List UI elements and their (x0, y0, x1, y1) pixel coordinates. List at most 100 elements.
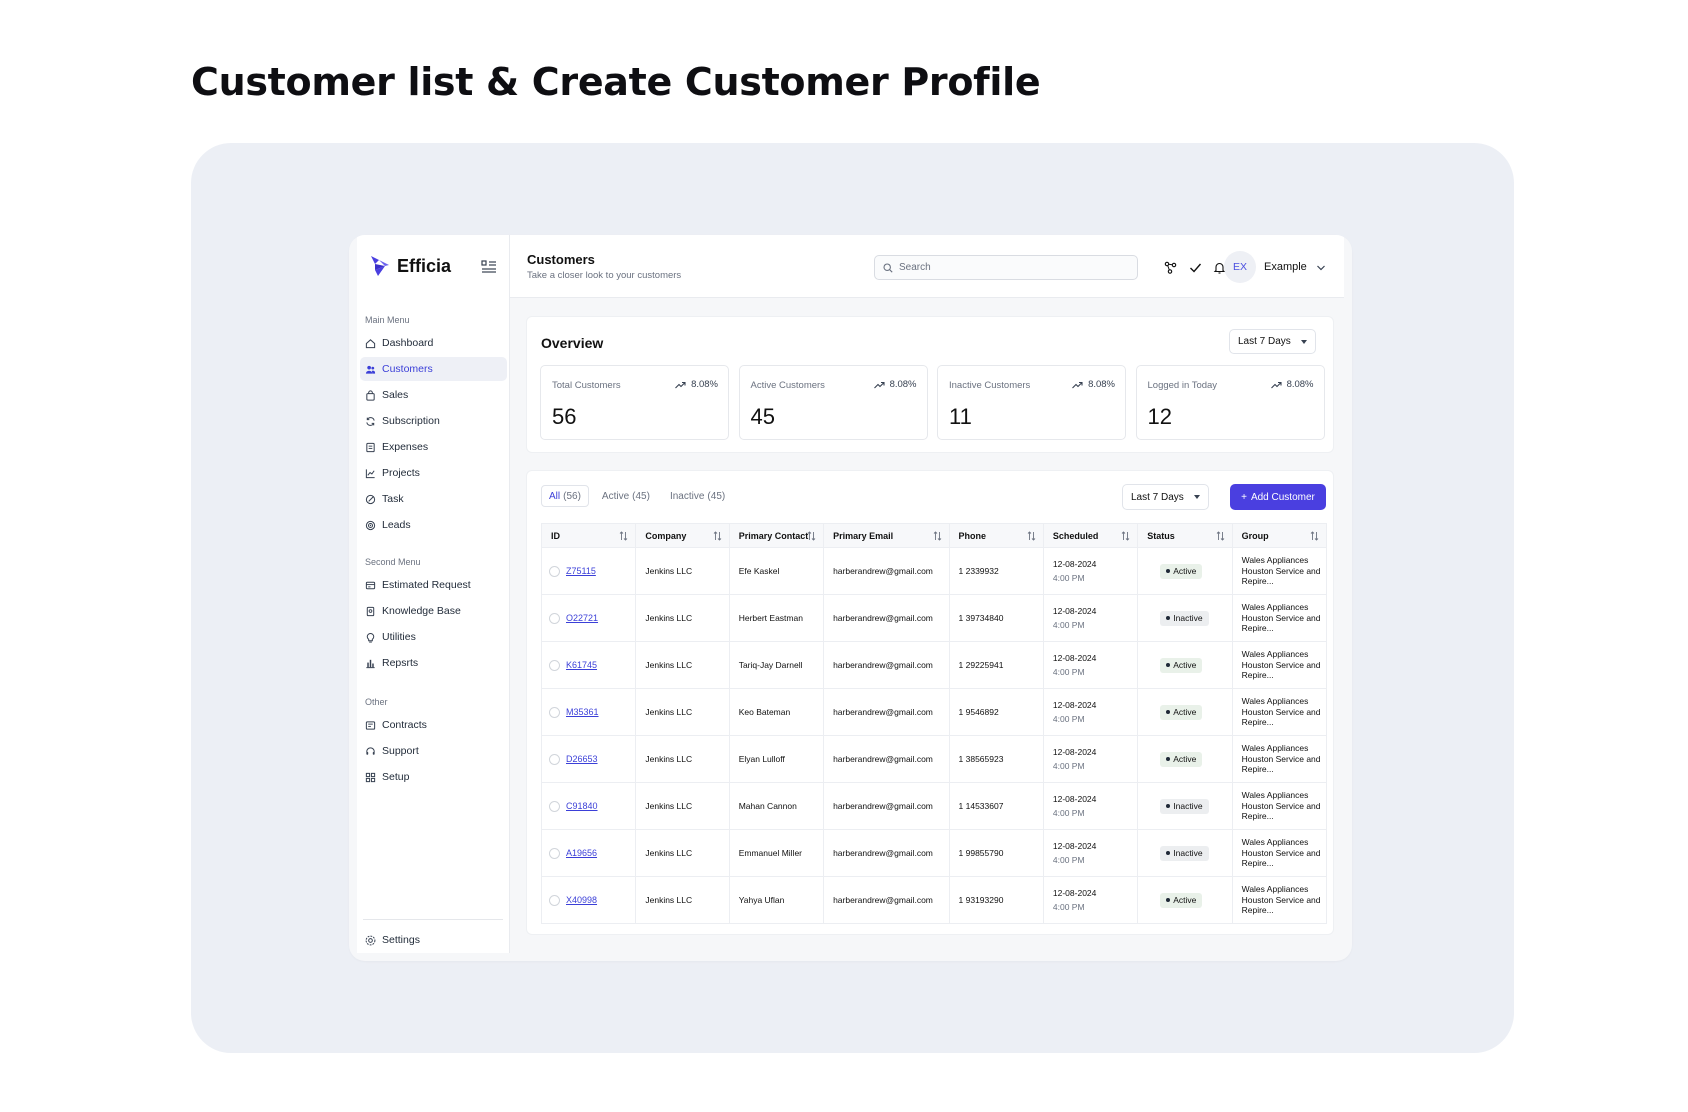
bag-icon (366, 389, 375, 401)
sort-icon[interactable] (807, 531, 816, 541)
table-row[interactable]: X40998 Jenkins LLC Yahya Uflan harberandrew… (540, 876, 1328, 924)
table-row[interactable]: Z75115 Jenkins LLC Efe Kaskel harberandrew@… (540, 547, 1328, 595)
avatar[interactable]: EX (1224, 251, 1256, 283)
table-row[interactable]: O22721 Jenkins LLC Herbert Eastman harberan… (540, 594, 1328, 642)
table-range-dropdown[interactable]: Last 7 Days (1122, 484, 1209, 510)
overview-range-dropdown[interactable]: Last 7 Days (1229, 329, 1316, 354)
row-checkbox[interactable] (549, 565, 560, 577)
table-row[interactable]: K61745 Jenkins LLC Tariq-Jay Darnell harber… (540, 641, 1328, 689)
sidebar-item-contracts[interactable]: Contracts (360, 713, 507, 737)
grid-icon (365, 772, 376, 782)
customer-id-link[interactable]: K61745 (566, 660, 597, 670)
cell-status: Active (1137, 547, 1233, 595)
tab-count: (56) (563, 490, 581, 502)
table-row[interactable]: M35361 Jenkins LLC Keo Bateman harberandrew… (540, 688, 1328, 736)
sidebar-item-projects[interactable]: Projects (360, 461, 507, 485)
sidebar-item-repsrts[interactable]: Repsrts (360, 651, 507, 675)
customers-table: ID Company Primary Contact Primary Email Pho… (540, 523, 1328, 924)
column-header-status[interactable]: Status (1137, 523, 1233, 548)
sort-icon[interactable] (1216, 531, 1225, 541)
tab-count: (45) (632, 490, 650, 502)
brand[interactable]: Efficia (369, 254, 451, 278)
customer-id-link[interactable]: X40998 (566, 895, 597, 905)
customer-id-link[interactable]: D26653 (566, 754, 598, 764)
cell-group: Wales Appliances Houston Service and Rep… (1231, 735, 1328, 783)
topbar: Customers Take a closer look to your cus… (510, 235, 1344, 298)
user-name[interactable]: Example (1264, 261, 1307, 273)
table-row[interactable]: C91840 Jenkins LLC Mahan Cannon harberandre… (540, 782, 1328, 830)
row-checkbox[interactable] (549, 847, 560, 859)
plus-icon: + (1241, 491, 1247, 503)
status-label: Active (1173, 895, 1197, 905)
column-header-company[interactable]: Company (635, 523, 730, 548)
sidebar-item-dashboard[interactable]: Dashboard (360, 331, 507, 355)
row-checkbox[interactable] (549, 612, 560, 624)
sidebar-item-utilities[interactable]: Utilities (360, 625, 507, 649)
cell-group: Wales Appliances Houston Service and Rep… (1231, 876, 1328, 924)
divider (363, 919, 503, 920)
customer-id-link[interactable]: C91840 (566, 801, 598, 811)
customer-id-link[interactable]: Z75115 (566, 566, 596, 576)
cell-status: Inactive (1137, 594, 1233, 642)
sidebar-item-expenses[interactable]: Expenses (360, 435, 507, 459)
sort-icon[interactable] (1310, 531, 1319, 541)
column-header-primary-contact[interactable]: Primary Contact (728, 523, 825, 548)
share-icon[interactable] (1164, 261, 1177, 274)
group-text: Wales Appliances Houston Service and Rep… (1241, 649, 1321, 681)
table-header-row: ID Company Primary Contact Primary Email Pho… (540, 523, 1328, 548)
contract-icon (365, 720, 376, 730)
check-icon[interactable] (1189, 261, 1202, 274)
column-header-group[interactable]: Group (1231, 523, 1328, 548)
table-row[interactable]: A19656 Jenkins LLC Emmanuel Miller harberan… (540, 829, 1328, 877)
column-header-primary-email[interactable]: Primary Email (823, 523, 950, 548)
row-checkbox[interactable] (549, 659, 560, 671)
tab-all[interactable]: All (56) (541, 485, 589, 507)
sidebar-item-customers[interactable]: Customers (360, 357, 507, 381)
tab-active[interactable]: Active (45) (595, 485, 657, 507)
search-input[interactable] (899, 262, 1119, 273)
sidebar-item-setup[interactable]: Setup (360, 765, 507, 789)
row-checkbox[interactable] (549, 753, 560, 765)
group-text: Wales Appliances Houston Service and Rep… (1241, 555, 1321, 587)
sidebar-item-task[interactable]: Task (360, 487, 507, 511)
sidebar-item-knowledge-base[interactable]: Knowledge Base (360, 599, 507, 623)
sort-icon[interactable] (713, 531, 722, 541)
column-header-phone[interactable]: Phone (948, 523, 1044, 548)
add-customer-button[interactable]: + Add Customer (1230, 484, 1326, 510)
sort-icon[interactable] (1027, 531, 1036, 541)
receipt-icon (366, 442, 375, 452)
cell-group: Wales Appliances Houston Service and Rep… (1231, 829, 1328, 877)
efficia-logo-icon (371, 256, 389, 276)
row-checkbox[interactable] (549, 706, 560, 718)
cell-email: harberandrew@gmail.com (823, 641, 950, 689)
sort-icon[interactable] (619, 531, 628, 541)
sort-icon[interactable] (1121, 531, 1130, 541)
sidebar-item-settings[interactable]: Settings (360, 928, 504, 952)
sort-icon[interactable] (933, 531, 942, 541)
sidebar-item-support[interactable]: Support (360, 739, 507, 763)
tab-count: (45) (707, 490, 726, 502)
row-checkbox[interactable] (549, 894, 560, 906)
sidebar-item-sales[interactable]: Sales (360, 383, 507, 407)
column-header-id[interactable]: ID (540, 523, 637, 548)
customer-id-link[interactable]: O22721 (566, 613, 598, 623)
cell-company: Jenkins LLC (635, 829, 730, 877)
table-row[interactable]: D26653 Jenkins LLC Elyan Lulloff harberandr… (540, 735, 1328, 783)
column-header-scheduled[interactable]: Scheduled (1042, 523, 1139, 548)
sidebar-item-leads[interactable]: Leads (360, 513, 507, 537)
sidebar-toggle-icon[interactable] (481, 259, 497, 273)
scheduled-date: 12-08-2024 (1052, 841, 1097, 851)
sidebar-item-subscription[interactable]: Subscription (360, 409, 507, 433)
cell-status: Active (1137, 735, 1233, 783)
sidebar-item-label: Estimated Request (382, 579, 471, 591)
stat-trend: 8.08% (873, 379, 917, 390)
customer-id-link[interactable]: M35361 (566, 707, 599, 717)
status-badge: Inactive (1160, 798, 1209, 814)
search-box[interactable] (874, 255, 1138, 280)
customer-id-link[interactable]: A19656 (566, 848, 597, 858)
chevron-down-icon[interactable] (1316, 263, 1326, 273)
tab-inactive[interactable]: Inactive (45) (663, 485, 732, 507)
cell-scheduled: 12-08-2024 4:00 PM (1042, 641, 1139, 689)
row-checkbox[interactable] (549, 800, 560, 812)
sidebar-item-estimated-request[interactable]: Estimated Request (360, 573, 507, 597)
